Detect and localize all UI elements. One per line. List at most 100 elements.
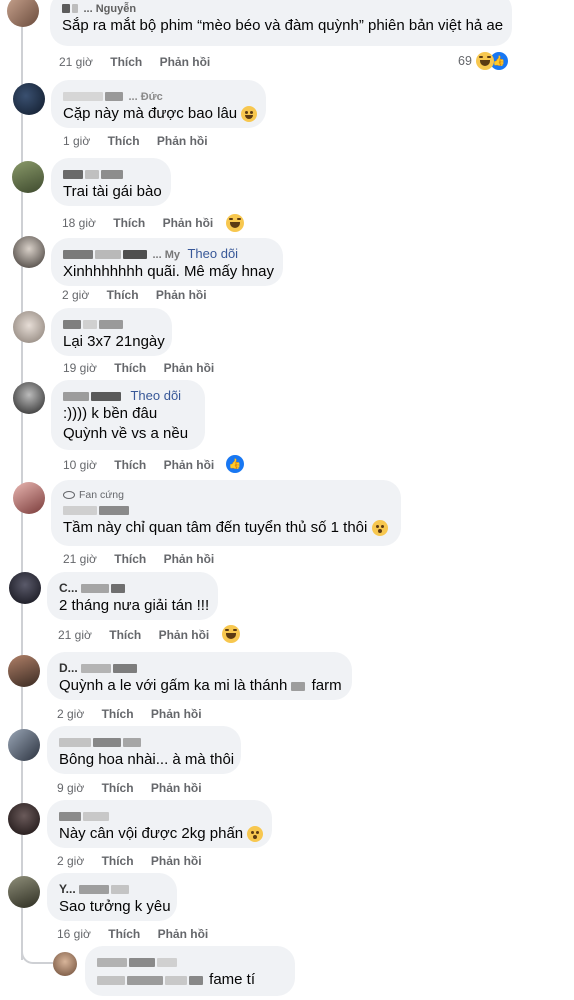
comment-actions: 9 giờ Thích Phản hồi (57, 781, 216, 795)
reply-button[interactable]: Phản hồi (151, 781, 202, 795)
comment-text: Quỳnh về vs a nều (63, 425, 189, 442)
timestamp[interactable]: 2 giờ (57, 854, 84, 868)
reply-button[interactable]: Phản hồi (164, 361, 215, 375)
comment-actions: 2 giờ Thích Phản hồi (62, 288, 221, 302)
like-button[interactable]: Thích (110, 55, 142, 69)
avatar[interactable] (13, 83, 45, 115)
comment-actions: 21 giờ Thích Phản hồi (63, 552, 228, 566)
comment-actions: 21 giờ Thích Phản hồi (58, 628, 223, 642)
author-name[interactable] (63, 316, 160, 332)
like-icon: 👍 (226, 455, 244, 473)
avatar[interactable] (8, 876, 40, 908)
timestamp[interactable]: 10 giờ (63, 458, 97, 472)
comment-actions: 21 giờ Thích Phản hồi (59, 55, 224, 69)
avatar[interactable] (9, 572, 41, 604)
timestamp[interactable]: 18 giờ (62, 216, 96, 230)
follow-button[interactable]: Theo dõi (130, 388, 181, 403)
author-name[interactable] (63, 166, 159, 182)
avatar[interactable] (13, 236, 45, 268)
reply-button[interactable]: Phản hồi (163, 216, 214, 230)
follow-button[interactable]: Theo dõi (187, 246, 238, 261)
timestamp[interactable]: 21 giờ (59, 55, 93, 69)
avatar[interactable] (13, 482, 45, 514)
reply-button[interactable]: Phản hồi (157, 134, 208, 148)
reply-button[interactable]: Phản hồi (159, 628, 210, 642)
like-button[interactable]: Thích (107, 288, 139, 302)
reply-connector (21, 948, 53, 964)
comment-text: Tầm này chỉ quan tâm đến tuyển thủ số 1 … (63, 518, 389, 538)
avatar[interactable] (13, 382, 45, 414)
comment-actions: 16 giờ Thích Phản hồi (57, 927, 222, 941)
author-name[interactable]: Y... (59, 881, 165, 897)
laugh-emoji-icon (222, 625, 240, 643)
comment-bubble: ... My Theo dõi Xinhhhhhhh quãi. Mê mấy … (51, 238, 283, 286)
like-button[interactable]: Thích (114, 552, 146, 566)
avatar[interactable] (12, 161, 44, 193)
author-name[interactable] (59, 808, 260, 824)
timestamp[interactable]: 1 giờ (63, 134, 90, 148)
author-name[interactable]: C... (59, 580, 206, 596)
comment-actions: 1 giờ Thích Phản hồi (63, 134, 222, 148)
timestamp[interactable]: 21 giờ (58, 628, 92, 642)
timestamp[interactable]: 19 giờ (63, 361, 97, 375)
avatar[interactable] (53, 952, 77, 976)
avatar[interactable] (8, 655, 40, 687)
comment-actions: 10 giờ Thích Phản hồi (63, 458, 228, 472)
author-name[interactable] (59, 734, 229, 750)
reply-button[interactable]: Phản hồi (164, 458, 215, 472)
reply-button[interactable]: Phản hồi (156, 288, 207, 302)
timestamp[interactable]: 2 giờ (62, 288, 89, 302)
avatar[interactable] (13, 311, 45, 343)
laugh-emoji-icon (475, 52, 494, 70)
laugh-emoji-icon (226, 214, 244, 232)
avatar[interactable] (8, 729, 40, 761)
reaction-summary[interactable] (226, 214, 244, 232)
comment-bubble: Fan cứng Tầm này chỉ quan tâm đến tuyển … (51, 480, 401, 546)
reaction-summary[interactable]: 69 👍 (458, 52, 508, 70)
author-name[interactable]: Theo dõi (63, 388, 193, 404)
like-button[interactable]: Thích (114, 458, 146, 472)
comment-bubble: Theo dõi :)))) k bền đâu Quỳnh về vs a n… (51, 380, 205, 450)
like-button[interactable]: Thích (109, 628, 141, 642)
reply-button[interactable]: Phản hồi (151, 707, 202, 721)
avatar[interactable] (7, 0, 39, 27)
comment-bubble: Lại 3x7 21ngày (51, 308, 172, 356)
like-button[interactable]: Thích (108, 927, 140, 941)
comment-bubble: ... Đức Cặp này mà được bao lâu (51, 80, 266, 128)
comment-actions: 19 giờ Thích Phản hồi (63, 361, 228, 375)
comment-bubble: Trai tài gái bào (51, 158, 171, 206)
avatar[interactable] (8, 803, 40, 835)
timestamp[interactable]: 16 giờ (57, 927, 91, 941)
fan-badge: Fan cứng (63, 488, 389, 502)
timestamp[interactable]: 2 giờ (57, 707, 84, 721)
comment-text: 2 tháng nưa giải tán !!! (59, 597, 210, 614)
comment-bubble: Bông hoa nhài... à mà thôi (47, 726, 241, 774)
author-name[interactable]: D... (59, 660, 340, 676)
like-button[interactable]: Thích (102, 854, 134, 868)
comment-text: Xinhhhhhhh quãi. Mê mấy hnay (63, 263, 274, 280)
like-button[interactable]: Thích (102, 707, 134, 721)
like-button[interactable]: Thích (113, 216, 145, 230)
reaction-summary[interactable]: 👍 (226, 455, 244, 473)
comment-actions: 18 giờ Thích Phản hồi (62, 216, 227, 230)
reaction-summary[interactable] (222, 625, 240, 643)
comment-text: Lại 3x7 21ngày (63, 333, 165, 350)
author-name[interactable]: ... Đức (63, 88, 254, 104)
like-button[interactable]: Thích (102, 781, 134, 795)
reply-button[interactable]: Phản hồi (158, 927, 209, 941)
author-name[interactable] (97, 954, 283, 970)
grin-emoji-icon (241, 106, 258, 123)
like-button[interactable]: Thích (114, 361, 146, 375)
timestamp[interactable]: 9 giờ (57, 781, 84, 795)
reply-button[interactable]: Phản hồi (164, 552, 215, 566)
comment-text: Này cân vội được 2kg phấn (59, 824, 264, 844)
comment-text: Trai tài gái bào (63, 183, 162, 200)
reply-button[interactable]: Phản hồi (160, 55, 211, 69)
timestamp[interactable]: 21 giờ (63, 552, 97, 566)
comment-bubble: fame tí (85, 946, 295, 996)
author-name[interactable]: ... Nguyễn (62, 0, 500, 16)
like-button[interactable]: Thích (108, 134, 140, 148)
reply-button[interactable]: Phản hồi (151, 854, 202, 868)
author-name[interactable]: ... My Theo dõi (63, 246, 271, 262)
author-name[interactable] (63, 502, 389, 518)
